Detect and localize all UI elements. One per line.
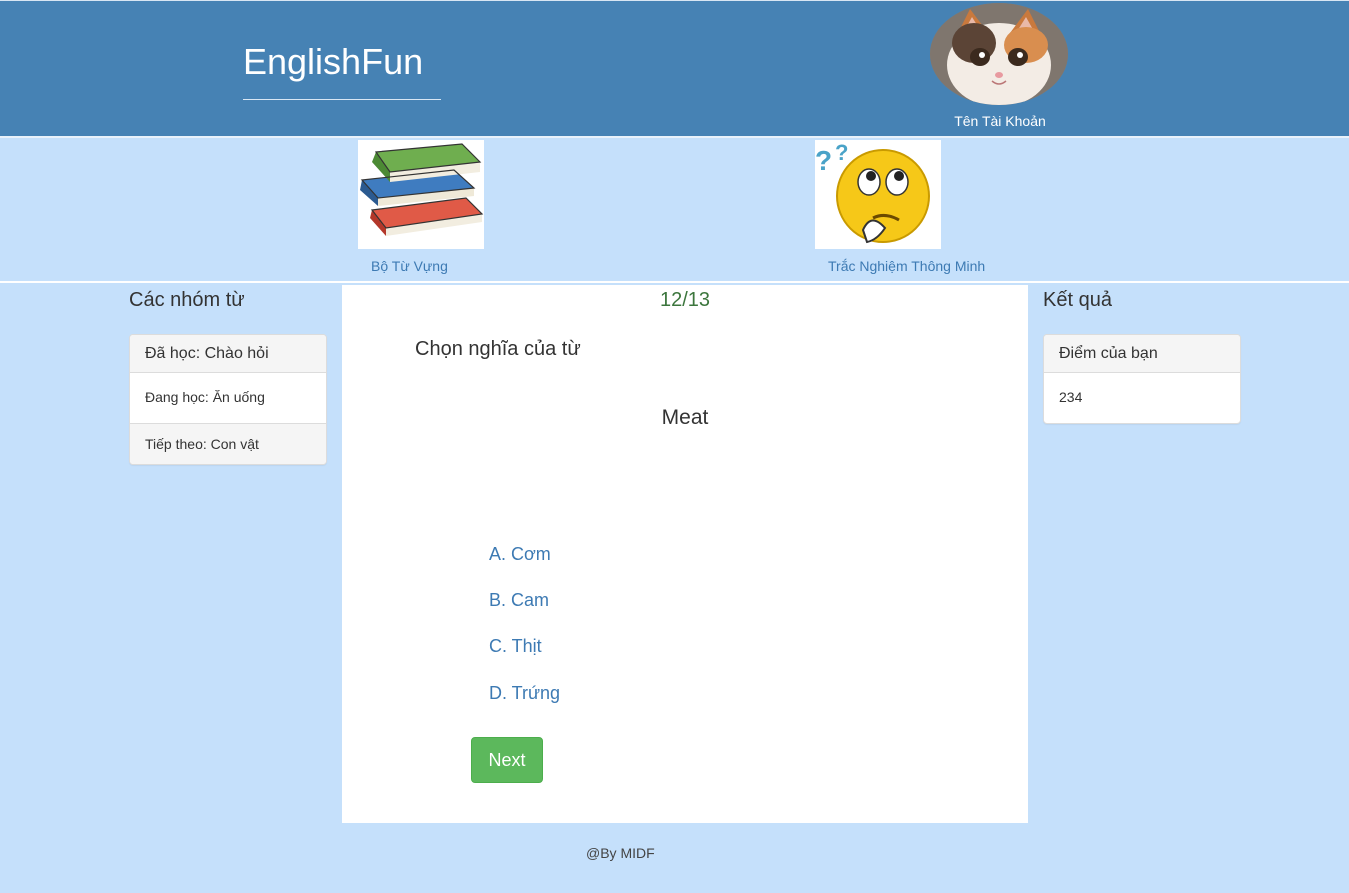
answer-option-b[interactable]: B. Cam (489, 590, 549, 611)
group-learning[interactable]: Đang học: Ăn uống (130, 373, 326, 424)
group-learned[interactable]: Đã học: Chào hỏi (130, 335, 326, 373)
answer-option-c[interactable]: C. Thịt (489, 636, 542, 657)
word-groups-title: Các nhóm từ (129, 289, 245, 311)
account-name[interactable]: Tên Tài Khoản (940, 113, 1060, 129)
quiz-card: 12/13 Chọn nghĩa của từ Meat A. Cơm B. C… (342, 285, 1028, 823)
nav-link-vocabulary[interactable]: Bộ Từ Vựng (371, 258, 448, 274)
score-panel: Điểm của bạn 234 (1043, 334, 1241, 424)
site-header: EnglishFun Tên Tài Khoản (0, 0, 1349, 138)
quiz-progress: 12/13 (659, 289, 711, 311)
quiz-prompt: Chọn nghĩa của từ (415, 338, 581, 360)
word-groups-panel: Đã học: Chào hỏi Đang học: Ăn uống Tiếp … (129, 334, 327, 465)
group-next[interactable]: Tiếp theo: Con vật (130, 424, 326, 464)
cat-avatar-icon[interactable] (930, 3, 1068, 105)
nav-link-smart-quiz[interactable]: Trắc Nghiệm Thông Minh (828, 258, 985, 274)
score-label: Điểm của bạn (1044, 335, 1240, 373)
brand-underline (243, 99, 441, 100)
score-value: 234 (1059, 389, 1083, 405)
books-icon[interactable] (358, 140, 484, 249)
answer-option-d[interactable]: D. Trứng (489, 683, 560, 704)
results-title: Kết quả (1043, 289, 1112, 311)
next-button[interactable]: Next (471, 737, 543, 783)
answer-option-a[interactable]: A. Cơm (489, 544, 551, 565)
svg-text:?: ? (835, 140, 848, 165)
feature-nav: Bộ Từ Vựng ? ? Trắc Nghiệm Thông Minh (0, 140, 1349, 283)
footer-credit: @By MIDF (586, 845, 655, 861)
quiz-word: Meat (661, 406, 709, 429)
thinking-smiley-icon[interactable]: ? ? (815, 140, 941, 249)
brand-logo-link[interactable]: EnglishFun (243, 41, 423, 83)
svg-text:?: ? (815, 145, 832, 176)
